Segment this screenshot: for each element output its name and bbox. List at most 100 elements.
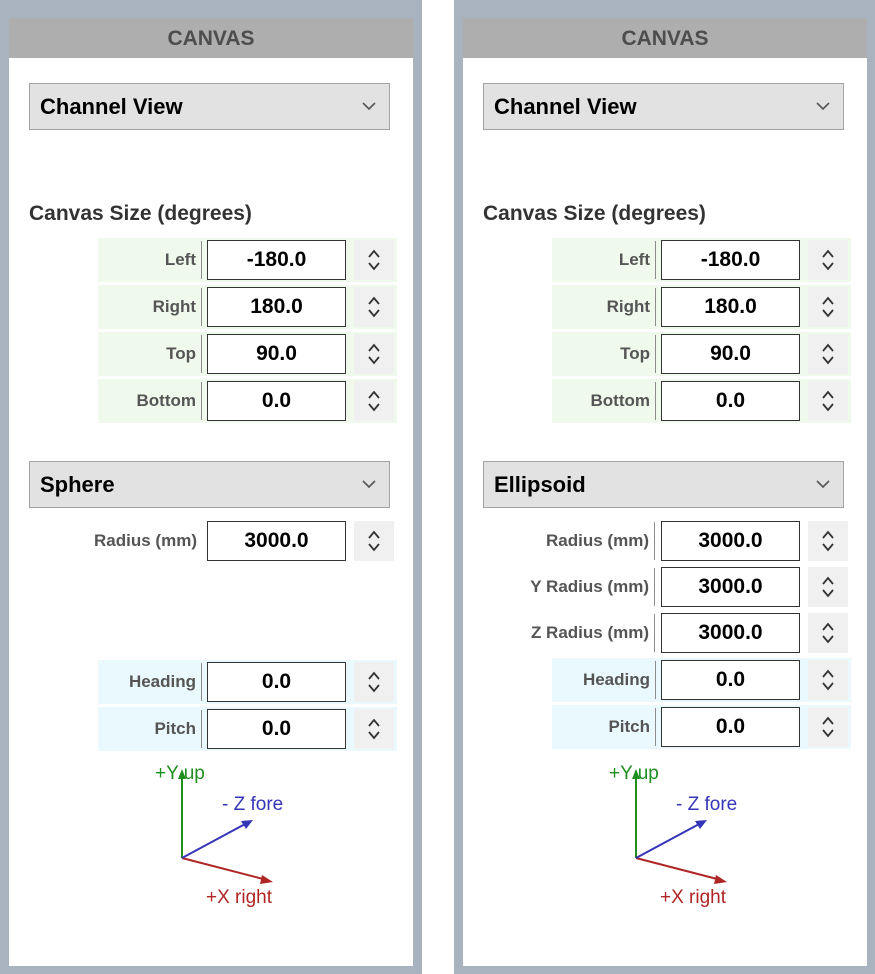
spinner-arrows-icon <box>368 671 380 693</box>
axes-diagram: +Y up - Z fore +X right <box>127 763 297 923</box>
axis-z-label: - Z fore <box>676 794 737 815</box>
canvas-left-label: Left <box>552 241 656 279</box>
spinner-arrows-icon <box>822 249 834 271</box>
canvas-panel-left: CANVAS Channel View Canvas Size (degrees… <box>0 0 422 974</box>
pitch-row: Pitch 0.0 <box>552 705 851 749</box>
view-select[interactable]: Channel View <box>29 83 390 130</box>
canvas-left-spinner[interactable] <box>354 240 394 280</box>
canvas-left-row: Left -180.0 <box>98 238 397 282</box>
spinner-arrows-icon <box>822 716 834 738</box>
canvas-size-title: Canvas Size (degrees) <box>29 202 252 225</box>
canvas-left-spinner[interactable] <box>808 240 848 280</box>
radius-spinner[interactable] <box>808 521 848 561</box>
radius-input[interactable]: 3000.0 <box>207 521 346 561</box>
canvas-bottom-input[interactable]: 0.0 <box>207 381 346 421</box>
canvas-top-input[interactable]: 90.0 <box>207 334 346 374</box>
radius-spinner[interactable] <box>354 521 394 561</box>
heading-label: Heading <box>552 661 656 699</box>
axis-y-label: +Y up <box>609 763 659 784</box>
canvas-right-row: Right 180.0 <box>98 285 397 329</box>
heading-input[interactable]: 0.0 <box>661 660 800 700</box>
panel-header: CANVAS <box>9 18 413 58</box>
pitch-input[interactable]: 0.0 <box>207 709 346 749</box>
spinner-arrows-icon <box>368 343 380 365</box>
y-radius-spinner[interactable] <box>808 567 848 607</box>
pitch-label: Pitch <box>98 710 202 748</box>
canvas-bottom-spinner[interactable] <box>354 381 394 421</box>
z-radius-input[interactable]: 3000.0 <box>661 613 800 653</box>
chevron-down-icon <box>816 480 830 489</box>
heading-input[interactable]: 0.0 <box>207 662 346 702</box>
heading-spinner[interactable] <box>354 662 394 702</box>
canvas-left-label: Left <box>98 241 202 279</box>
spinner-arrows-icon <box>368 390 380 412</box>
heading-spinner[interactable] <box>808 660 848 700</box>
canvas-top-spinner[interactable] <box>354 334 394 374</box>
radius-label: Radius (mm) <box>94 531 197 550</box>
canvas-top-label: Top <box>552 335 656 373</box>
pitch-row: Pitch 0.0 <box>98 707 397 751</box>
chevron-down-icon <box>816 102 830 111</box>
canvas-bottom-spinner[interactable] <box>808 381 848 421</box>
shape-select[interactable]: Sphere <box>29 461 390 508</box>
chevron-down-icon <box>362 480 376 489</box>
spinner-arrows-icon <box>822 622 834 644</box>
chevron-down-icon <box>362 102 376 111</box>
axes-icon: +Y up - Z fore +X right <box>155 763 283 908</box>
spinner-arrows-icon <box>368 530 380 552</box>
view-select[interactable]: Channel View <box>483 83 844 130</box>
canvas-bottom-input[interactable]: 0.0 <box>661 381 800 421</box>
canvas-left-row: Left -180.0 <box>552 238 851 282</box>
view-select-value: Channel View <box>40 94 183 119</box>
canvas-bottom-label: Bottom <box>552 382 656 420</box>
shape-select-value: Ellipsoid <box>494 472 586 497</box>
axes-diagram: +Y up - Z fore +X right <box>581 763 751 923</box>
y-radius-input[interactable]: 3000.0 <box>661 567 800 607</box>
z-radius-spinner[interactable] <box>808 613 848 653</box>
spinner-arrows-icon <box>822 343 834 365</box>
pitch-label: Pitch <box>552 708 656 746</box>
shape-select-value: Sphere <box>40 472 115 497</box>
canvas-right-spinner[interactable] <box>808 287 848 327</box>
axis-z-label: - Z fore <box>222 794 283 815</box>
panel-header: CANVAS <box>463 18 867 58</box>
canvas-bottom-label: Bottom <box>98 382 202 420</box>
canvas-left-input[interactable]: -180.0 <box>207 240 346 280</box>
shape-select[interactable]: Ellipsoid <box>483 461 844 508</box>
axis-x-label: +X right <box>206 887 273 908</box>
canvas-size-title: Canvas Size (degrees) <box>483 202 706 225</box>
pitch-input[interactable]: 0.0 <box>661 707 800 747</box>
spinner-arrows-icon <box>368 718 380 740</box>
axes-icon: +Y up - Z fore +X right <box>609 763 737 908</box>
y-radius-label: Y Radius (mm) <box>483 568 655 606</box>
axis-x-label: +X right <box>660 887 727 908</box>
heading-row: Heading 0.0 <box>552 658 851 702</box>
canvas-right-input[interactable]: 180.0 <box>661 287 800 327</box>
canvas-left-input[interactable]: -180.0 <box>661 240 800 280</box>
canvas-panel-body: CANVAS Channel View Canvas Size (degrees… <box>9 18 413 966</box>
spinner-arrows-icon <box>822 390 834 412</box>
canvas-right-input[interactable]: 180.0 <box>207 287 346 327</box>
spinner-arrows-icon <box>822 296 834 318</box>
canvas-top-row: Top 90.0 <box>98 332 397 376</box>
canvas-top-input[interactable]: 90.0 <box>661 334 800 374</box>
canvas-panel-right: CANVAS Channel View Canvas Size (degrees… <box>454 0 875 974</box>
axis-y-label: +Y up <box>155 763 205 784</box>
canvas-right-row: Right 180.0 <box>552 285 851 329</box>
spinner-arrows-icon <box>822 576 834 598</box>
canvas-top-spinner[interactable] <box>808 334 848 374</box>
canvas-right-spinner[interactable] <box>354 287 394 327</box>
canvas-top-label: Top <box>98 335 202 373</box>
z-radius-label: Z Radius (mm) <box>483 614 655 652</box>
pitch-spinner[interactable] <box>354 709 394 749</box>
pitch-spinner[interactable] <box>808 707 848 747</box>
canvas-right-label: Right <box>552 288 656 326</box>
radius-input[interactable]: 3000.0 <box>661 521 800 561</box>
spinner-arrows-icon <box>822 530 834 552</box>
spinner-arrows-icon <box>822 669 834 691</box>
spinner-arrows-icon <box>368 296 380 318</box>
heading-row: Heading 0.0 <box>98 660 397 704</box>
spinner-arrows-icon <box>368 249 380 271</box>
view-select-value: Channel View <box>494 94 637 119</box>
canvas-top-row: Top 90.0 <box>552 332 851 376</box>
